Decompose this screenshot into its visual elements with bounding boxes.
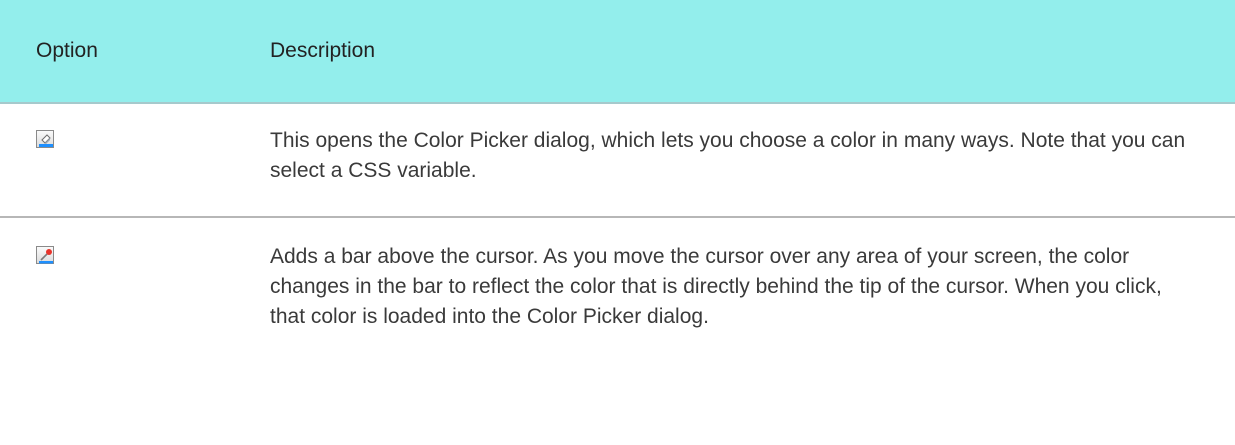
row-description: This opens the Color Picker dialog, whic… [270,129,1186,182]
eyedropper-icon[interactable] [36,246,54,264]
option-cell [0,126,270,148]
table-row: This opens the Color Picker dialog, whic… [0,104,1235,218]
table-row: Adds a bar above the cursor. As you move… [0,218,1235,332]
options-table: Option Description This opens the Color … [0,0,1235,332]
header-description: Description [270,39,376,62]
table-header-row: Option Description [0,0,1235,104]
option-cell [0,242,270,264]
color-picker-icon[interactable] [36,130,54,148]
description-cell: Adds a bar above the cursor. As you move… [270,242,1235,332]
row-description: Adds a bar above the cursor. As you move… [270,245,1162,328]
header-option: Option [36,39,98,62]
description-cell: This opens the Color Picker dialog, whic… [270,126,1235,186]
